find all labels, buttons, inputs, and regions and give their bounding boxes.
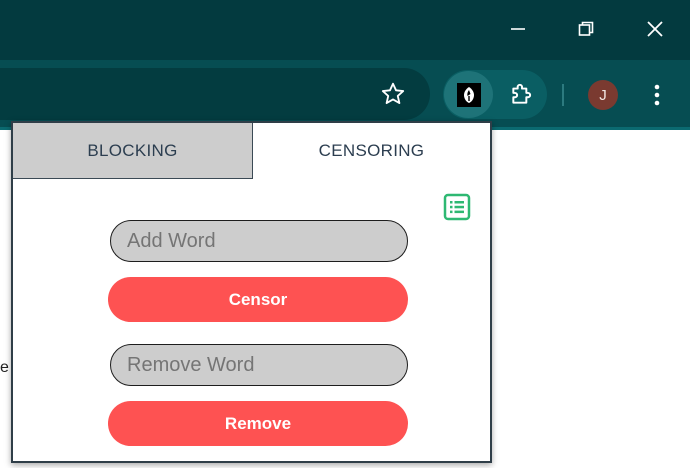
title-bar [0,0,690,60]
restore-icon [578,21,594,36]
minimize-icon [511,28,525,30]
page-content-text: e [0,359,9,376]
censor-button[interactable]: Censor [108,277,408,322]
remove-button[interactable]: Remove [108,401,408,446]
toolbar-divider [562,84,564,106]
bookmark-star-button[interactable] [378,79,408,109]
tab-censoring[interactable]: CENSORING [253,123,490,178]
close-button[interactable] [635,10,675,48]
add-word-input[interactable] [110,220,408,262]
profile-avatar[interactable]: J [588,80,618,110]
extension-button[interactable] [444,71,493,118]
address-bar[interactable] [0,68,430,120]
extensions-menu-button[interactable] [506,78,538,110]
tab-blocking[interactable]: BLOCKING [13,123,253,179]
extension-logo-icon [456,82,481,107]
minimize-button[interactable] [498,10,538,48]
extension-popup: BLOCKING CENSORING Censor Remove [11,121,492,463]
more-menu-button[interactable] [646,79,668,111]
star-icon [381,82,405,105]
list-icon[interactable] [443,193,471,221]
remove-word-input[interactable] [110,344,408,386]
restore-button[interactable] [566,10,606,48]
puzzle-icon [512,83,532,104]
close-icon [647,21,663,37]
more-menu-icon [654,84,660,106]
